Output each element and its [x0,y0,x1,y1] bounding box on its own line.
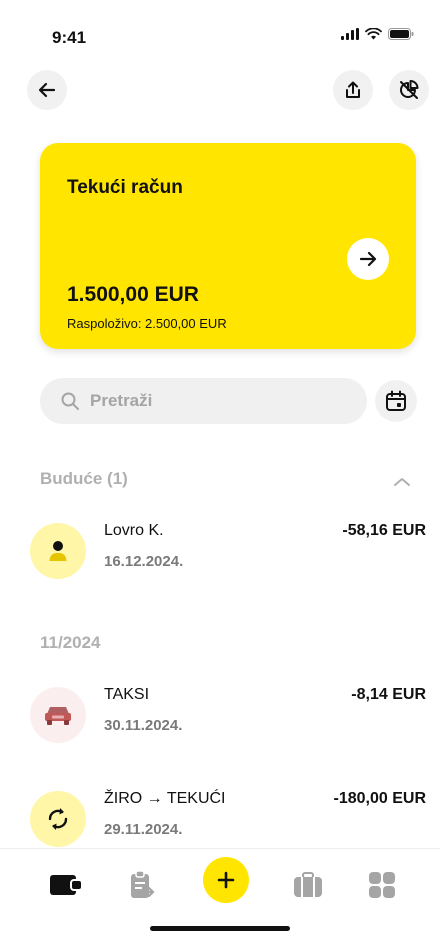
plus-icon [217,871,235,889]
transaction-date: 16.12.2024. [104,553,184,570]
transaction-amount: -58,16 EUR [342,522,426,539]
status-time: 9:41 [52,28,87,47]
account-balance: 1.500,00 EUR [67,283,199,306]
arrow-right-icon [359,251,377,267]
transaction-name: TAKSI [104,686,150,703]
grid-icon [369,872,395,898]
back-arrow-icon [38,82,56,98]
calendar-filter-button[interactable] [375,380,417,422]
add-button[interactable] [203,857,249,903]
back-button[interactable] [27,70,67,110]
account-title: Tekući račun [67,177,183,198]
month-section-title: 11/2024 [40,633,101,652]
signal-icon [341,28,359,40]
search-input[interactable] [90,391,330,411]
tab-accounts[interactable] [42,861,90,909]
briefcase-icon [294,872,322,897]
share-icon [346,81,360,98]
wifi-icon [365,28,382,40]
collapse-upcoming-button[interactable] [390,470,414,494]
person-icon [30,523,86,579]
transaction-date: 29.11.2024. [104,821,183,838]
account-details-button[interactable] [347,238,389,280]
transaction-date: 30.11.2024. [104,717,183,734]
clipboard-icon [131,870,155,898]
home-indicator [150,926,290,931]
transaction-amount: -8,14 EUR [351,686,426,703]
account-card[interactable]: Tekući račun 1.500,00 EUR Raspoloživo: 2… [40,143,416,349]
transaction-name: Lovro K. [104,522,164,539]
transaction-amount: -180,00 EUR [333,790,427,807]
share-button[interactable] [333,70,373,110]
search-icon [61,392,79,410]
transaction-name: ŽIRO → TEKUĆI [104,790,226,807]
account-available: Raspoloživo: 2.500,00 EUR [67,316,227,331]
transaction-row[interactable]: TAKSI 30.11.2024. -8,14 EUR [30,681,426,761]
chevron-up-icon [394,478,410,486]
tab-more[interactable] [358,861,406,909]
status-bar: 9:41 [0,0,440,70]
wallet-icon [50,875,83,895]
tab-payments[interactable] [118,861,166,909]
upcoming-section-title: Buduće (1) [40,469,128,488]
calendar-icon [386,390,406,411]
pie-chart-off-icon [400,80,419,99]
search-bar[interactable] [40,378,367,424]
battery-icon [388,28,414,40]
transfer-icon [30,791,86,847]
status-icons [341,28,414,40]
transaction-row[interactable]: Lovro K. 16.12.2024. -58,16 EUR [30,517,426,597]
tab-services[interactable] [284,861,332,909]
car-icon [30,687,86,743]
tab-bar [0,848,440,937]
hide-balance-button[interactable] [389,70,429,110]
